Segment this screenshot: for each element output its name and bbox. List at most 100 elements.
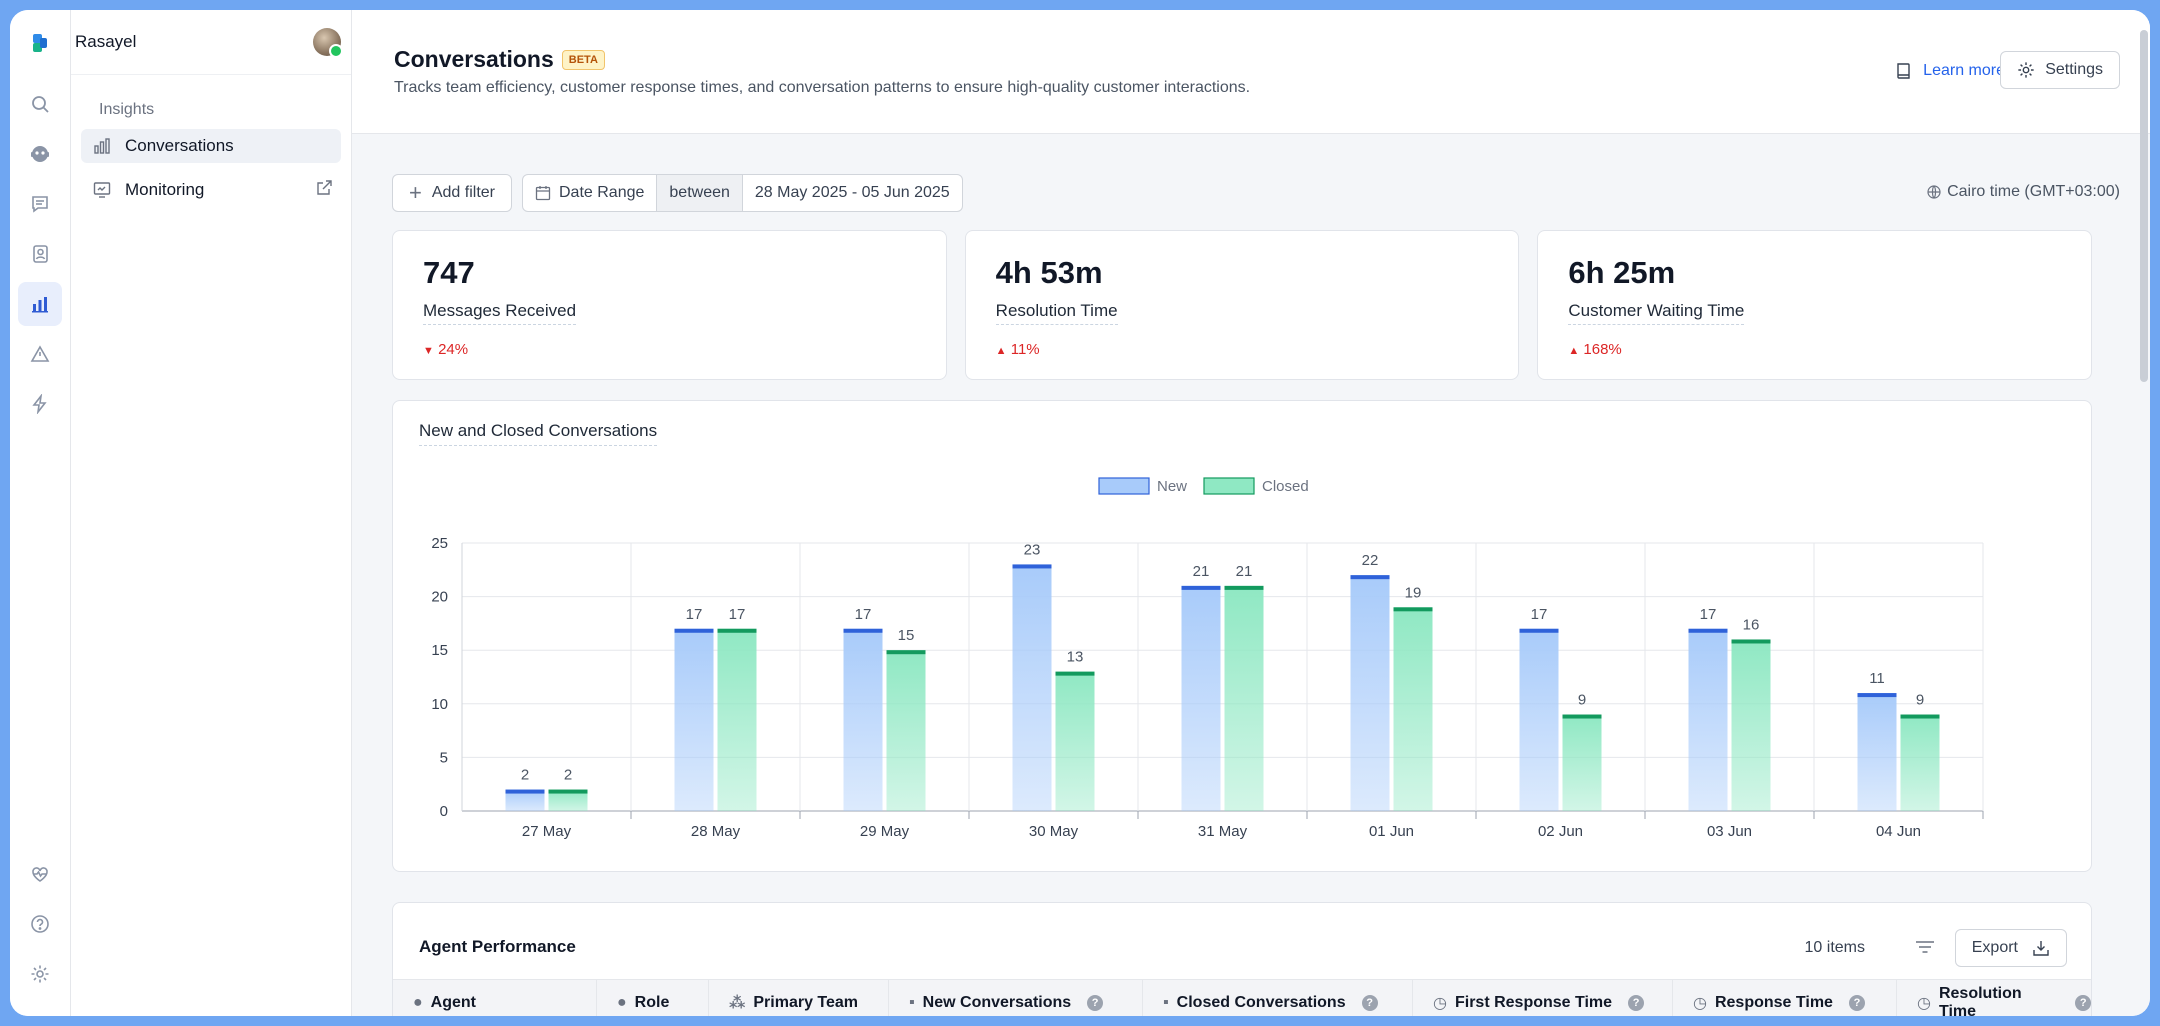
x-tick-label: 29 May bbox=[860, 823, 910, 840]
y-tick-label: 15 bbox=[431, 642, 448, 659]
kpi-value: 4h 53m bbox=[995, 255, 1103, 290]
x-tick-label: 31 May bbox=[1198, 823, 1248, 840]
gear-icon[interactable] bbox=[18, 952, 62, 996]
date-range-label: Date Range bbox=[559, 184, 645, 201]
learn-more-link[interactable]: Learn more bbox=[1895, 62, 2005, 80]
timer-icon: ◷ bbox=[1693, 995, 1707, 1012]
arrow-up-icon: ▲ bbox=[1568, 345, 1580, 357]
kpi-card-messages-received: 747 Messages Received ▼ 24% bbox=[392, 230, 947, 380]
date-range-filter[interactable]: Date Range between 28 May 2025 - 05 Jun … bbox=[522, 174, 963, 212]
page-header: Conversations BETA Tracks team efficiency… bbox=[352, 10, 2150, 134]
nav-item-monitoring[interactable]: Monitoring bbox=[81, 173, 341, 207]
column-header-resolution-time[interactable]: ◷ Resolution Time? bbox=[1897, 980, 2091, 1016]
filter-icon[interactable] bbox=[1915, 939, 1935, 960]
page-description: Tracks team efficiency, customer respons… bbox=[394, 79, 1251, 96]
avatar[interactable] bbox=[313, 28, 343, 58]
data-label: 22 bbox=[1362, 552, 1379, 569]
bar-cap-closed bbox=[1055, 671, 1095, 676]
legend-label-new: New bbox=[1157, 478, 1187, 495]
help-icon[interactable]: ? bbox=[1848, 995, 1865, 1011]
kpi-change: ▲ 11% bbox=[996, 341, 1040, 358]
kpi-label[interactable]: Resolution Time bbox=[995, 301, 1118, 325]
contacts-icon[interactable] bbox=[18, 232, 62, 276]
date-range-field[interactable]: Date Range bbox=[523, 175, 658, 211]
scrollbar[interactable] bbox=[2140, 30, 2148, 382]
download-icon bbox=[2033, 941, 2049, 956]
help-icon[interactable]: ? bbox=[1628, 995, 1645, 1011]
column-header-new-conversations[interactable]: ▪ New Conversations? bbox=[889, 980, 1143, 1016]
bar-closed bbox=[886, 650, 926, 811]
y-tick-label: 0 bbox=[440, 803, 448, 820]
data-label: 17 bbox=[855, 606, 872, 623]
column-label: Closed Conversations bbox=[1176, 994, 1346, 1011]
kpi-value: 6h 25m bbox=[1568, 255, 1676, 290]
column-header-role[interactable]: ● Role bbox=[597, 980, 709, 1016]
add-filter-label: Add filter bbox=[431, 184, 495, 201]
broadcast-icon[interactable] bbox=[18, 332, 62, 376]
arrow-down-icon: ▼ bbox=[423, 345, 434, 357]
kpi-card-customer-waiting-time: 6h 25m Customer Waiting Time ▲ 168% bbox=[1537, 230, 2093, 380]
lightning-icon[interactable] bbox=[18, 382, 62, 426]
bar-cap-new bbox=[1519, 628, 1559, 633]
column-header-first-response-time[interactable]: ◷ First Response Time? bbox=[1413, 980, 1673, 1016]
help-icon[interactable]: ? bbox=[2075, 995, 2091, 1011]
page-title-wrap: Conversations BETA bbox=[394, 46, 605, 73]
bar-new bbox=[674, 628, 714, 811]
nav-item-label: Conversations bbox=[125, 136, 234, 155]
calendar-icon bbox=[535, 186, 551, 201]
data-label: 17 bbox=[1700, 606, 1717, 623]
search-icon[interactable] bbox=[18, 82, 62, 126]
online-status-dot bbox=[329, 44, 343, 58]
help-icon[interactable]: ? bbox=[1361, 995, 1378, 1011]
globe-icon bbox=[1927, 185, 1941, 199]
nav-item-conversations[interactable]: Conversations bbox=[81, 129, 341, 163]
add-filter-button[interactable]: + Add filter bbox=[392, 174, 512, 212]
bot-icon[interactable] bbox=[18, 132, 62, 176]
bar-closed bbox=[717, 628, 757, 811]
person-icon: ● bbox=[617, 994, 627, 1011]
agent-table-header: ● Agent ● Role ⁂ Primary Team ▪ New Conversa… bbox=[393, 979, 2091, 1016]
plus-icon: + bbox=[409, 180, 422, 205]
learn-more-label: Learn more bbox=[1923, 62, 2005, 79]
column-label: Role bbox=[634, 994, 670, 1011]
legend-label-closed: Closed bbox=[1262, 478, 1309, 495]
bar-new bbox=[1519, 628, 1559, 811]
settings-button[interactable]: Settings bbox=[2000, 51, 2120, 89]
kpi-label[interactable]: Customer Waiting Time bbox=[1568, 301, 1745, 325]
data-label: 9 bbox=[1916, 692, 1924, 709]
health-icon[interactable] bbox=[18, 852, 62, 896]
insights-nav-panel: Rasayel Insights Conversations Monitorin… bbox=[71, 10, 352, 1016]
bar-cap-closed bbox=[1900, 714, 1940, 719]
external-link-icon[interactable] bbox=[315, 179, 333, 202]
kpi-label[interactable]: Messages Received bbox=[423, 301, 577, 325]
app-window: Rasayel Insights Conversations Monitorin… bbox=[10, 10, 2150, 1016]
bar-new bbox=[1350, 575, 1390, 811]
export-button[interactable]: Export bbox=[1954, 929, 2067, 967]
bar-cap-new bbox=[1688, 628, 1728, 633]
data-label: 13 bbox=[1067, 649, 1084, 666]
data-label: 9 bbox=[1578, 692, 1586, 709]
column-header-closed-conversations[interactable]: ▪ Closed Conversations? bbox=[1143, 980, 1413, 1016]
bar-cap-closed bbox=[1224, 585, 1264, 590]
help-icon[interactable]: ? bbox=[1087, 995, 1104, 1011]
timezone-label: Cairo time (GMT+03:00) bbox=[1947, 183, 2120, 200]
column-header-primary-team[interactable]: ⁂ Primary Team bbox=[709, 980, 889, 1016]
date-range-value[interactable]: 28 May 2025 - 05 Jun 2025 bbox=[743, 175, 962, 211]
kpi-value: 747 bbox=[423, 255, 475, 290]
workspace-header: Rasayel bbox=[71, 10, 351, 75]
data-label: 21 bbox=[1193, 563, 1210, 580]
bar-closed bbox=[1055, 671, 1095, 811]
export-label: Export bbox=[1971, 939, 2018, 956]
bar-cap-new bbox=[1350, 575, 1390, 580]
items-count: 10 items bbox=[1804, 939, 1865, 956]
insights-chart-icon[interactable] bbox=[18, 282, 62, 326]
chat-icon[interactable] bbox=[18, 182, 62, 226]
date-range-operator[interactable]: between bbox=[657, 175, 743, 211]
help-icon[interactable] bbox=[18, 902, 62, 946]
data-label: 11 bbox=[1869, 670, 1885, 687]
column-header-agent[interactable]: ● Agent bbox=[393, 980, 597, 1016]
column-header-response-time[interactable]: ◷ Response Time? bbox=[1673, 980, 1897, 1016]
main-content: Conversations BETA Tracks team efficiency… bbox=[352, 10, 2150, 1016]
column-label: Primary Team bbox=[753, 994, 859, 1011]
bar-cap-closed bbox=[548, 789, 588, 794]
